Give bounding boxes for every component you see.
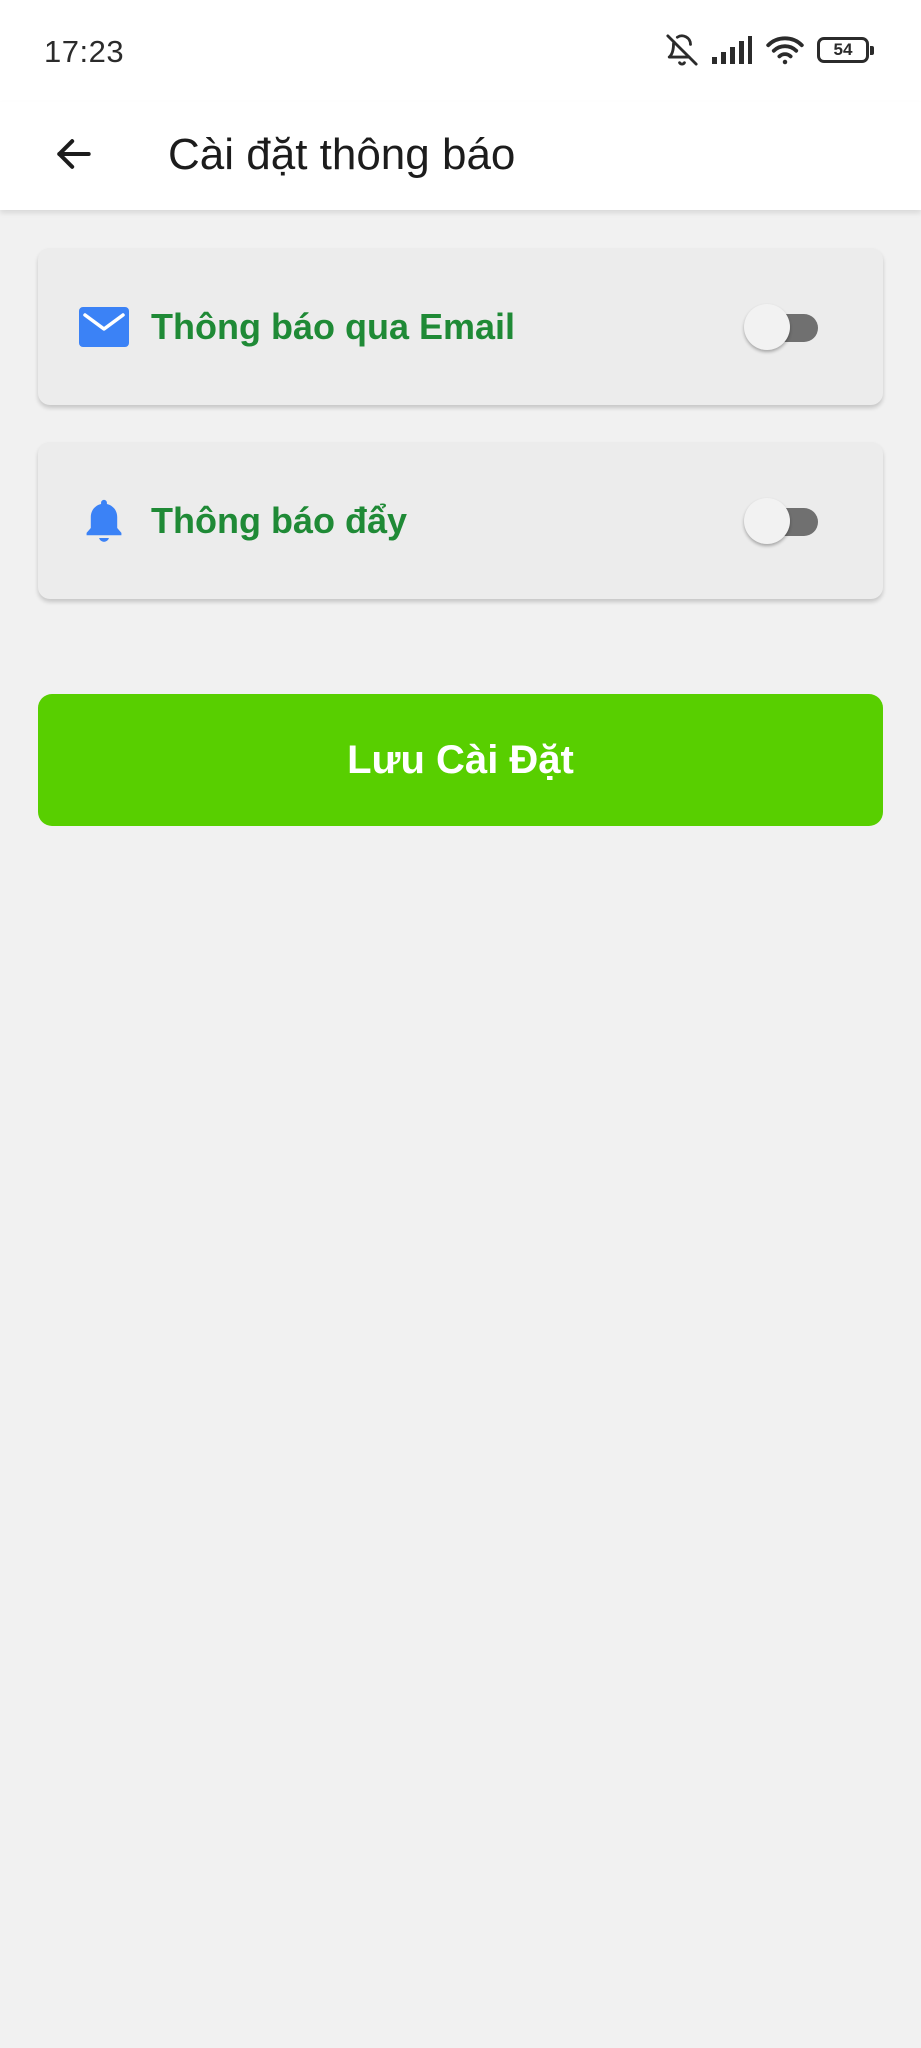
toggle-thumb	[744, 303, 790, 350]
page-title: Cài đặt thông báo	[168, 130, 516, 179]
battery-icon: 54	[817, 37, 874, 63]
arrow-left-icon	[52, 132, 96, 181]
back-button[interactable]	[38, 120, 110, 192]
push-notification-label: Thông báo đẩy	[151, 499, 407, 541]
bell-icon	[78, 495, 130, 547]
email-notification-toggle[interactable]	[744, 302, 820, 352]
mail-icon	[78, 301, 130, 353]
status-icons: 54	[665, 30, 874, 70]
push-notification-toggle[interactable]	[744, 496, 820, 546]
app-bar: Cài đặt thông báo	[0, 102, 921, 210]
status-time: 17:23	[44, 34, 125, 69]
email-notification-card: Thông báo qua Email	[38, 248, 883, 405]
push-notification-card: Thông báo đẩy	[38, 442, 883, 599]
bell-off-icon	[665, 33, 699, 67]
email-notification-label: Thông báo qua Email	[151, 305, 516, 347]
wifi-icon	[765, 34, 805, 66]
save-settings-button[interactable]: Lưu Cài Đặt	[38, 694, 883, 826]
signal-icon	[711, 35, 753, 65]
toggle-thumb	[744, 497, 790, 544]
status-bar: 17:23 54	[0, 0, 921, 102]
